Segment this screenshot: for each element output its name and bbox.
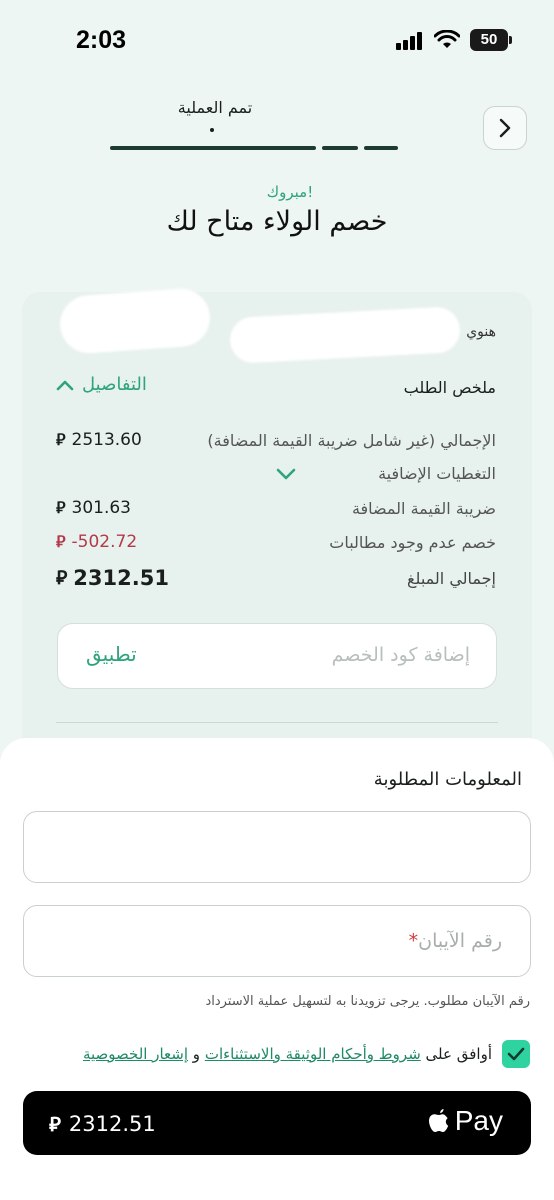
redacted-input-field[interactable] bbox=[23, 811, 531, 883]
riyal-icon: ⃁ bbox=[56, 430, 66, 449]
customer-name: هنوي bbox=[466, 324, 496, 340]
progress-segment bbox=[110, 146, 316, 150]
discount-value: -502.72 bbox=[71, 532, 138, 552]
wifi-icon bbox=[434, 30, 460, 48]
step-indicator-dot bbox=[210, 128, 214, 132]
required-info-title: المعلومات المطلوبة bbox=[373, 769, 522, 790]
iban-helper-text: رقم الآيبان مطلوب. يرجى تزويدنا به لتسهي… bbox=[205, 994, 530, 1009]
total-label: إجمالي المبلغ bbox=[407, 568, 496, 588]
redacted-area bbox=[34, 818, 514, 876]
riyal-icon: ⃁ bbox=[49, 1112, 61, 1136]
vat-label: ضريبة القيمة المضافة bbox=[351, 498, 496, 518]
agree-and: و bbox=[192, 1045, 201, 1063]
riyal-icon: ⃁ bbox=[56, 567, 68, 589]
congrats-text: مبروك! bbox=[266, 183, 314, 201]
pay-amount: 2312.51 bbox=[68, 1112, 156, 1136]
status-bar: 2:03 50 bbox=[0, 0, 554, 80]
order-summary-card bbox=[22, 292, 532, 762]
apple-pay-button[interactable]: ⃁ 2312.51 Pay bbox=[23, 1091, 531, 1155]
required-star: * bbox=[408, 930, 419, 952]
status-time: 2:03 bbox=[76, 26, 127, 54]
total-value: 2312.51 bbox=[73, 566, 169, 590]
additional-coverages-label: التغطيات الإضافية bbox=[378, 464, 496, 483]
coupon-input[interactable]: إضافة كود الخصم bbox=[332, 644, 470, 666]
discount-label: خصم عدم وجود مطالبات bbox=[329, 532, 496, 552]
vat-value: 301.63 bbox=[71, 498, 131, 518]
iban-placeholder: *رقم الآيبان bbox=[408, 930, 502, 952]
cellular-signal-icon bbox=[396, 32, 422, 50]
total-row: ⃁ 2312.51 إجمالي المبلغ bbox=[56, 566, 496, 590]
chevron-up-icon bbox=[56, 380, 74, 390]
details-toggle-label: التفاصيل bbox=[82, 374, 147, 395]
privacy-link[interactable]: إشعار الخصوصية bbox=[83, 1045, 188, 1063]
subtotal-row: ⃁ 2513.60 الإجمالي (غير شامل ضريبة القيمة… bbox=[56, 430, 496, 450]
pay-brand-label: Pay bbox=[454, 1105, 503, 1136]
vat-row: ⃁ 301.63 ضريبة القيمة المضافة bbox=[56, 498, 496, 518]
terms-checkbox[interactable] bbox=[502, 1040, 530, 1068]
page-title: خصم الولاء متاح لك bbox=[166, 206, 388, 237]
terms-link[interactable]: شروط وأحكام الوثيقة والاستثناءات bbox=[205, 1045, 421, 1063]
divider bbox=[56, 722, 498, 723]
summary-title: ملخص الطلب bbox=[403, 378, 496, 397]
progress-segment bbox=[364, 146, 398, 150]
apply-coupon-button[interactable]: تطبيق bbox=[86, 642, 137, 666]
step-label: تمم العملية bbox=[177, 98, 253, 117]
battery-icon: 50 bbox=[470, 29, 512, 51]
subtotal-value: 2513.60 bbox=[71, 430, 142, 450]
iban-field[interactable]: *رقم الآيبان bbox=[23, 905, 531, 977]
chevron-right-icon bbox=[499, 118, 511, 138]
progress-segment bbox=[322, 146, 358, 150]
additional-coverages-row[interactable]: التغطيات الإضافية bbox=[56, 464, 496, 483]
checkmark-icon bbox=[507, 1047, 525, 1061]
details-toggle[interactable]: التفاصيل bbox=[56, 374, 147, 395]
back-button[interactable] bbox=[483, 106, 527, 150]
agree-prefix: أوافق على bbox=[425, 1045, 492, 1063]
coupon-field[interactable]: إضافة كود الخصم تطبيق bbox=[57, 623, 497, 689]
no-claims-discount-row: ⃁ -502.72 خصم عدم وجود مطالبات bbox=[56, 532, 496, 552]
subtotal-label: الإجمالي (غير شامل ضريبة القيمة المضافة) bbox=[207, 430, 496, 450]
terms-agreement: أوافق على شروط وأحكام الوثيقة والاستثناء… bbox=[83, 1040, 530, 1068]
redacted-area bbox=[58, 286, 212, 356]
chevron-down-icon bbox=[276, 468, 296, 479]
riyal-icon: ⃁ bbox=[56, 532, 66, 551]
riyal-icon: ⃁ bbox=[56, 498, 66, 517]
apple-logo-icon bbox=[428, 1109, 448, 1132]
